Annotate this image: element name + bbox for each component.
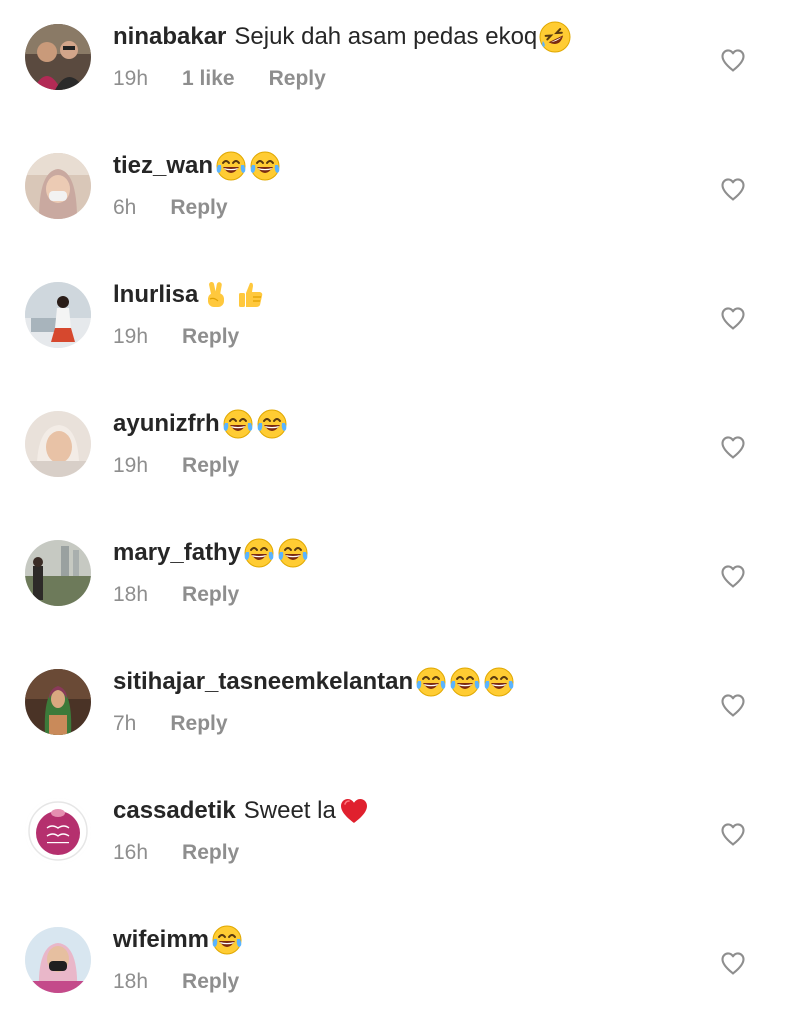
avatar[interactable] [25, 669, 91, 735]
comment-timestamp: 18h [113, 583, 149, 606]
comment-timestamp: 19h [113, 67, 149, 90]
comment-username[interactable]: ninabakar [113, 20, 226, 54]
avatar[interactable] [25, 798, 91, 864]
tears-of-joy-emoji [449, 666, 481, 698]
heart-outline-icon[interactable] [719, 562, 747, 590]
avatar[interactable] [25, 927, 91, 993]
comment-timestamp: 16h [113, 841, 149, 864]
tears-of-joy-emoji [215, 150, 247, 182]
reply-button[interactable]: Reply [170, 194, 227, 222]
comment-username[interactable]: mary_fathy [113, 536, 241, 570]
tears-of-joy-emoji [256, 408, 288, 440]
comment-likes[interactable]: 1 like [182, 65, 235, 93]
comment-item: mary_fathy 18h Reply [0, 516, 792, 626]
avatar[interactable] [25, 282, 91, 348]
avatar[interactable] [25, 540, 91, 606]
comment-username[interactable]: ayunizfrh [113, 407, 220, 441]
comment-timestamp: 6h [113, 196, 137, 219]
heart-outline-icon[interactable] [719, 46, 747, 74]
comment-item: cassadetik Sweet la 16h Reply [0, 774, 792, 884]
comment-item: wifeimm 18h Reply [0, 903, 792, 1013]
tears-of-joy-emoji [222, 408, 254, 440]
reply-button[interactable]: Reply [170, 710, 227, 738]
reply-button[interactable]: Reply [269, 65, 326, 93]
heart-outline-icon[interactable] [719, 175, 747, 203]
tears-of-joy-emoji [483, 666, 515, 698]
reply-button[interactable]: Reply [182, 839, 239, 867]
comment-item: sitihajar_tasneemkelantan 7h Reply [0, 645, 792, 755]
thumbs-up-emoji [234, 279, 266, 311]
reply-button[interactable]: Reply [182, 452, 239, 480]
comment-timestamp: 19h [113, 325, 149, 348]
comment-username[interactable]: wifeimm [113, 923, 209, 957]
comment-timestamp: 7h [113, 712, 137, 735]
avatar[interactable] [25, 411, 91, 477]
heart-outline-icon[interactable] [719, 691, 747, 719]
reply-button[interactable]: Reply [182, 968, 239, 996]
tears-of-joy-emoji [415, 666, 447, 698]
reply-button[interactable]: Reply [182, 581, 239, 609]
reply-button[interactable]: Reply [182, 323, 239, 351]
comment-item: tiez_wan 6h Reply [0, 129, 792, 239]
rofl-emoji [539, 21, 571, 53]
comment-timestamp: 19h [113, 454, 149, 477]
comment-username[interactable]: sitihajar_tasneemkelantan [113, 665, 413, 699]
comment-item: ninabakar Sejuk dah asam pedas ekoq 19h 1… [0, 0, 792, 110]
tears-of-joy-emoji [249, 150, 281, 182]
comment-timestamp: 18h [113, 970, 149, 993]
tears-of-joy-emoji [211, 924, 243, 956]
tears-of-joy-emoji [243, 537, 275, 569]
comment-item: ayunizfrh 19h Reply [0, 387, 792, 497]
tears-of-joy-emoji [277, 537, 309, 569]
avatar[interactable] [25, 153, 91, 219]
comment-text: Sweet la [243, 797, 336, 824]
heart-outline-icon[interactable] [719, 820, 747, 848]
comment-username[interactable]: cassadetik [113, 794, 236, 828]
heart-outline-icon[interactable] [719, 949, 747, 977]
comment-username[interactable]: lnurlisa [113, 278, 198, 312]
comment-text: Sejuk dah asam pedas ekoq [234, 23, 538, 50]
comment-item: lnurlisa 19h Reply [0, 258, 792, 368]
comment-username[interactable]: tiez_wan [113, 149, 213, 183]
heart-outline-icon[interactable] [719, 304, 747, 332]
comment-list: ninabakar Sejuk dah asam pedas ekoq 19h 1… [0, 0, 792, 1024]
victory-hand-emoji [200, 279, 232, 311]
heart-outline-icon[interactable] [719, 433, 747, 461]
red-heart-emoji [338, 795, 370, 827]
avatar[interactable] [25, 24, 91, 90]
